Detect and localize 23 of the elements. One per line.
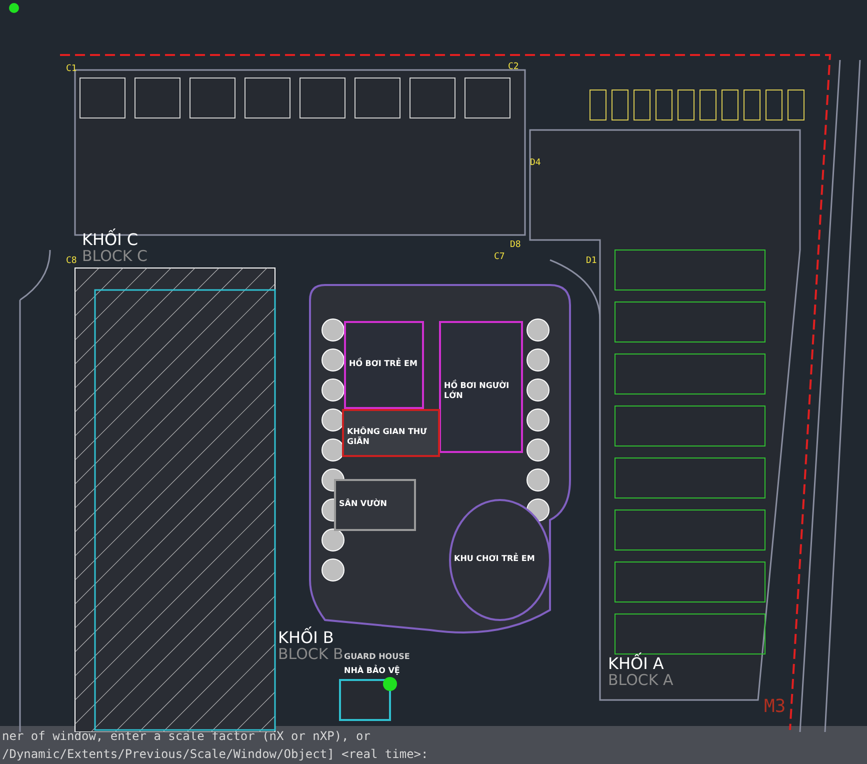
grid-mark: C1 bbox=[66, 64, 77, 74]
grid-mark: D1 bbox=[586, 256, 597, 266]
area-label: KHU CHƠI TRẺ EM bbox=[454, 554, 535, 564]
survey-point-icon bbox=[383, 677, 397, 691]
grid-mark: M3 bbox=[764, 696, 786, 717]
area-label: HỒ BƠI NGƯỜI LỚN bbox=[444, 381, 510, 401]
block-label: BLOCK A bbox=[608, 672, 674, 688]
area-label: KHÔNG GIAN THƯ GIÃN bbox=[347, 427, 428, 447]
area-outline bbox=[339, 679, 391, 721]
block-label: BLOCK B bbox=[278, 646, 344, 662]
command-prompt: ner of window, enter a scale factor (nX or nXP), or bbox=[1, 728, 372, 745]
grid-mark: D4 bbox=[530, 158, 541, 168]
area-label: GUARD HOUSE bbox=[344, 652, 410, 661]
grid-mark: D8 bbox=[510, 240, 521, 250]
area-label: SÂN VƯỜN bbox=[339, 499, 387, 509]
area-label: HỒ BƠI TRẺ EM bbox=[349, 359, 418, 369]
area-label: NHÀ BẢO VỆ bbox=[344, 666, 400, 676]
command-prompt: /Dynamic/Extents/Previous/Scale/Window/Object] <real time>: bbox=[1, 746, 430, 763]
block-label: BLOCK C bbox=[82, 248, 148, 264]
grid-mark: C2 bbox=[508, 62, 519, 72]
survey-point-icon bbox=[9, 3, 19, 13]
grid-mark: C7 bbox=[494, 252, 505, 262]
grid-mark: C8 bbox=[66, 256, 77, 266]
